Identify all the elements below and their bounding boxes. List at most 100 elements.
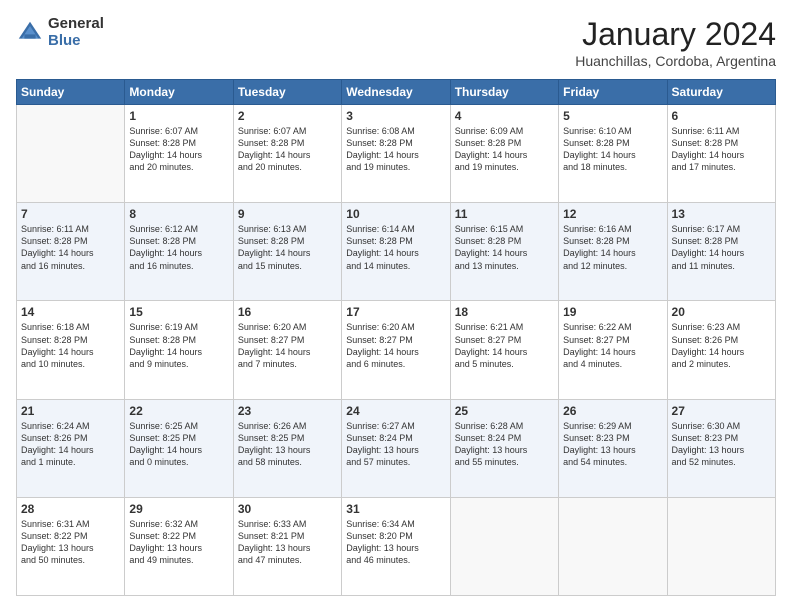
- day-number: 24: [346, 404, 445, 418]
- calendar-cell: 26 Sunrise: 6:29 AM Sunset: 8:23 PM Dayli…: [559, 399, 667, 497]
- calendar-header-thursday: Thursday: [450, 80, 558, 105]
- day-detail: Sunrise: 6:17 AM Sunset: 8:28 PM Dayligh…: [672, 223, 771, 272]
- day-detail: Sunrise: 6:20 AM Sunset: 8:27 PM Dayligh…: [238, 321, 337, 370]
- calendar-cell: 17Sunrise: 6:20 AM Sunset: 8:27 PM Dayli…: [342, 301, 450, 399]
- calendar-cell: [559, 497, 667, 595]
- calendar-week-row: 7Sunrise: 6:11 AM Sunset: 8:28 PM Daylig…: [17, 203, 776, 301]
- logo-general: General: [48, 16, 104, 33]
- day-number: 22: [129, 404, 228, 418]
- calendar-header-friday: Friday: [559, 80, 667, 105]
- day-detail: Sunrise: 6:07 AM Sunset: 8:28 PM Dayligh…: [129, 125, 228, 174]
- day-number: 3: [346, 109, 445, 123]
- day-number: 1: [129, 109, 228, 123]
- day-detail: Sunrise: 6:30 AM Sunset: 8:23 PM Dayligh…: [672, 420, 771, 469]
- calendar-cell: 13 Sunrise: 6:17 AM Sunset: 8:28 PM Dayli…: [667, 203, 775, 301]
- day-detail: Sunrise: 6:19 AM Sunset: 8:28 PM Dayligh…: [129, 321, 228, 370]
- calendar-cell: 22 Sunrise: 6:25 AM Sunset: 8:25 PM Dayli…: [125, 399, 233, 497]
- day-number: 28: [21, 502, 120, 516]
- day-detail: Sunrise: 6:11 AM Sunset: 8:28 PM Dayligh…: [672, 125, 771, 174]
- calendar-cell: 19Sunrise: 6:22 AM Sunset: 8:27 PM Dayli…: [559, 301, 667, 399]
- day-number: 16: [238, 305, 337, 319]
- day-detail: Sunrise: 6:34 AM Sunset: 8:20 PM Dayligh…: [346, 518, 445, 567]
- calendar-cell: 31 Sunrise: 6:34 AM Sunset: 8:20 PM Dayli…: [342, 497, 450, 595]
- day-detail: Sunrise: 6:12 AM Sunset: 8:28 PM Dayligh…: [129, 223, 228, 272]
- day-number: 21: [21, 404, 120, 418]
- day-number: 30: [238, 502, 337, 516]
- day-detail: Sunrise: 6:18 AM Sunset: 8:28 PM Dayligh…: [21, 321, 120, 370]
- calendar-cell: 23Sunrise: 6:26 AM Sunset: 8:25 PM Dayli…: [233, 399, 341, 497]
- day-number: 15: [129, 305, 228, 319]
- calendar-cell: 3Sunrise: 6:08 AM Sunset: 8:28 PM Daylig…: [342, 105, 450, 203]
- day-detail: Sunrise: 6:33 AM Sunset: 8:21 PM Dayligh…: [238, 518, 337, 567]
- calendar-week-row: 28 Sunrise: 6:31 AM Sunset: 8:22 PM Dayli…: [17, 497, 776, 595]
- calendar-cell: 12 Sunrise: 6:16 AM Sunset: 8:28 PM Dayli…: [559, 203, 667, 301]
- calendar-cell: [17, 105, 125, 203]
- calendar-cell: 11 Sunrise: 6:15 AM Sunset: 8:28 PM Dayli…: [450, 203, 558, 301]
- day-detail: Sunrise: 6:28 AM Sunset: 8:24 PM Dayligh…: [455, 420, 554, 469]
- calendar-cell: 9Sunrise: 6:13 AM Sunset: 8:28 PM Daylig…: [233, 203, 341, 301]
- calendar-cell: 5Sunrise: 6:10 AM Sunset: 8:28 PM Daylig…: [559, 105, 667, 203]
- day-number: 8: [129, 207, 228, 221]
- calendar-cell: [667, 497, 775, 595]
- calendar-cell: 18Sunrise: 6:21 AM Sunset: 8:27 PM Dayli…: [450, 301, 558, 399]
- page-header: General Blue January 2024 Huanchillas, C…: [16, 16, 776, 69]
- day-detail: Sunrise: 6:24 AM Sunset: 8:26 PM Dayligh…: [21, 420, 120, 469]
- day-number: 19: [563, 305, 662, 319]
- calendar-week-row: 14Sunrise: 6:18 AM Sunset: 8:28 PM Dayli…: [17, 301, 776, 399]
- day-detail: Sunrise: 6:11 AM Sunset: 8:28 PM Dayligh…: [21, 223, 120, 272]
- calendar-cell: 4 Sunrise: 6:09 AM Sunset: 8:28 PM Daylig…: [450, 105, 558, 203]
- calendar-cell: 20Sunrise: 6:23 AM Sunset: 8:26 PM Dayli…: [667, 301, 775, 399]
- calendar-cell: 29Sunrise: 6:32 AM Sunset: 8:22 PM Dayli…: [125, 497, 233, 595]
- day-detail: Sunrise: 6:09 AM Sunset: 8:28 PM Dayligh…: [455, 125, 554, 174]
- calendar-cell: 15 Sunrise: 6:19 AM Sunset: 8:28 PM Dayli…: [125, 301, 233, 399]
- day-number: 23: [238, 404, 337, 418]
- calendar-cell: 10 Sunrise: 6:14 AM Sunset: 8:28 PM Dayli…: [342, 203, 450, 301]
- day-detail: Sunrise: 6:16 AM Sunset: 8:28 PM Dayligh…: [563, 223, 662, 272]
- day-number: 2: [238, 109, 337, 123]
- logo-blue: Blue: [48, 33, 104, 50]
- calendar-header-saturday: Saturday: [667, 80, 775, 105]
- calendar-cell: 14Sunrise: 6:18 AM Sunset: 8:28 PM Dayli…: [17, 301, 125, 399]
- day-number: 13: [672, 207, 771, 221]
- day-number: 6: [672, 109, 771, 123]
- calendar-cell: 27Sunrise: 6:30 AM Sunset: 8:23 PM Dayli…: [667, 399, 775, 497]
- calendar-cell: 24 Sunrise: 6:27 AM Sunset: 8:24 PM Dayli…: [342, 399, 450, 497]
- calendar-cell: 2 Sunrise: 6:07 AM Sunset: 8:28 PM Daylig…: [233, 105, 341, 203]
- calendar-header-tuesday: Tuesday: [233, 80, 341, 105]
- logo-text: General Blue: [48, 16, 104, 49]
- day-number: 10: [346, 207, 445, 221]
- day-detail: Sunrise: 6:15 AM Sunset: 8:28 PM Dayligh…: [455, 223, 554, 272]
- day-number: 11: [455, 207, 554, 221]
- calendar-cell: 6 Sunrise: 6:11 AM Sunset: 8:28 PM Daylig…: [667, 105, 775, 203]
- calendar-cell: 21 Sunrise: 6:24 AM Sunset: 8:26 PM Dayli…: [17, 399, 125, 497]
- day-detail: Sunrise: 6:27 AM Sunset: 8:24 PM Dayligh…: [346, 420, 445, 469]
- day-number: 31: [346, 502, 445, 516]
- calendar-week-row: 1 Sunrise: 6:07 AM Sunset: 8:28 PM Daylig…: [17, 105, 776, 203]
- day-detail: Sunrise: 6:21 AM Sunset: 8:27 PM Dayligh…: [455, 321, 554, 370]
- day-detail: Sunrise: 6:25 AM Sunset: 8:25 PM Dayligh…: [129, 420, 228, 469]
- calendar-cell: 16 Sunrise: 6:20 AM Sunset: 8:27 PM Dayli…: [233, 301, 341, 399]
- day-number: 20: [672, 305, 771, 319]
- location: Huanchillas, Cordoba, Argentina: [575, 53, 776, 69]
- day-detail: Sunrise: 6:13 AM Sunset: 8:28 PM Dayligh…: [238, 223, 337, 272]
- calendar-week-row: 21 Sunrise: 6:24 AM Sunset: 8:26 PM Dayli…: [17, 399, 776, 497]
- day-number: 26: [563, 404, 662, 418]
- day-number: 29: [129, 502, 228, 516]
- title-block: January 2024 Huanchillas, Cordoba, Argen…: [575, 16, 776, 69]
- day-detail: Sunrise: 6:31 AM Sunset: 8:22 PM Dayligh…: [21, 518, 120, 567]
- day-number: 5: [563, 109, 662, 123]
- day-detail: Sunrise: 6:29 AM Sunset: 8:23 PM Dayligh…: [563, 420, 662, 469]
- calendar-cell: 7Sunrise: 6:11 AM Sunset: 8:28 PM Daylig…: [17, 203, 125, 301]
- logo-icon: [16, 19, 44, 47]
- calendar-table: SundayMondayTuesdayWednesdayThursdayFrid…: [16, 79, 776, 596]
- calendar-cell: 30 Sunrise: 6:33 AM Sunset: 8:21 PM Dayli…: [233, 497, 341, 595]
- day-detail: Sunrise: 6:07 AM Sunset: 8:28 PM Dayligh…: [238, 125, 337, 174]
- day-number: 12: [563, 207, 662, 221]
- day-detail: Sunrise: 6:14 AM Sunset: 8:28 PM Dayligh…: [346, 223, 445, 272]
- calendar-header-row: SundayMondayTuesdayWednesdayThursdayFrid…: [17, 80, 776, 105]
- day-number: 4: [455, 109, 554, 123]
- day-number: 17: [346, 305, 445, 319]
- calendar-header-monday: Monday: [125, 80, 233, 105]
- calendar-cell: 1 Sunrise: 6:07 AM Sunset: 8:28 PM Daylig…: [125, 105, 233, 203]
- month-title: January 2024: [575, 16, 776, 53]
